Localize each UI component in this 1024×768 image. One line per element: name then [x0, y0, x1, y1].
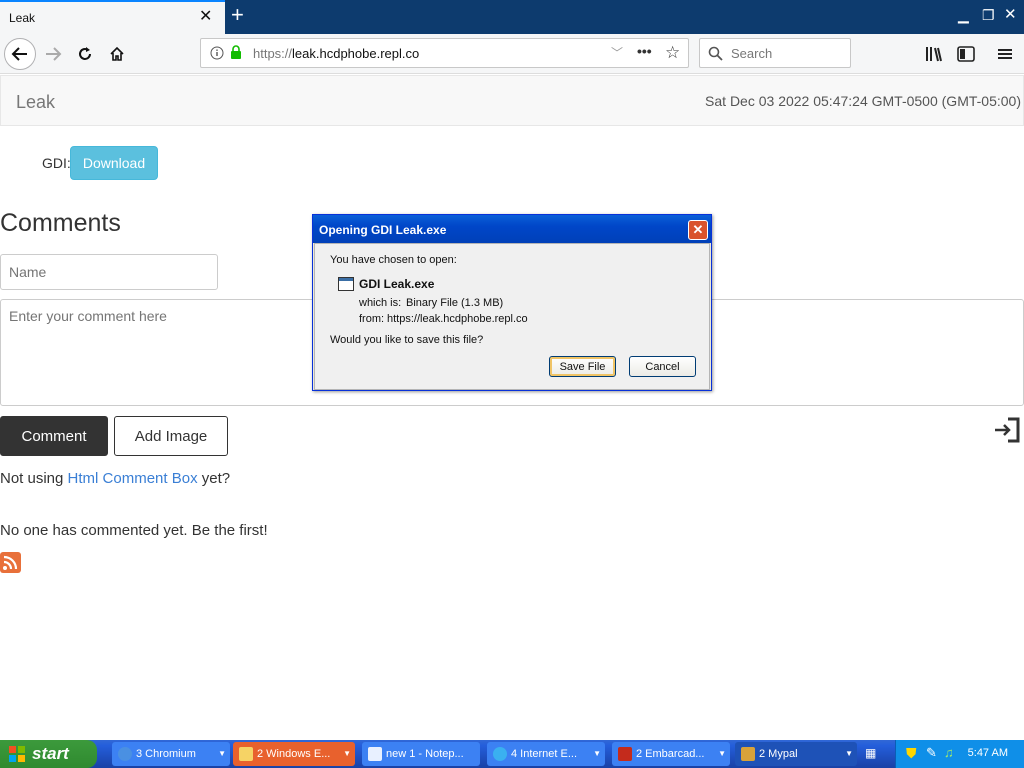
- new-tab-icon[interactable]: +: [231, 4, 244, 26]
- file-type-value: Binary File (1.3 MB): [406, 297, 504, 309]
- name-input[interactable]: [0, 254, 218, 290]
- security-shield-icon[interactable]: ⛊: [906, 745, 917, 762]
- taskbar-item-chromium[interactable]: 3 Chromium ▼: [112, 742, 230, 766]
- tab-title: Leak: [9, 11, 36, 25]
- close-tab-icon[interactable]: ✕: [199, 9, 212, 25]
- embarcadero-icon: [618, 747, 632, 761]
- minimize-icon[interactable]: ▁: [958, 8, 969, 22]
- datetime-text: Sat Dec 03 2022 05:47:24 GMT-0500 (GMT-0…: [705, 93, 1021, 109]
- library-icon[interactable]: [925, 46, 943, 62]
- brand-link[interactable]: Leak: [16, 92, 55, 113]
- reload-icon: [79, 47, 91, 60]
- save-question: Would you like to save this file?: [330, 334, 484, 346]
- no-comments-text: No one has commented yet. Be the first!: [0, 522, 268, 539]
- group-arrow-icon: ▼: [343, 749, 351, 758]
- search-placeholder: Search: [731, 46, 773, 61]
- reload-button[interactable]: [69, 38, 101, 70]
- volume-icon[interactable]: ♫: [944, 745, 954, 760]
- taskbar-clock: 5:47 AM: [967, 747, 1008, 759]
- search-icon: [708, 46, 723, 61]
- promo-text: Not using Html Comment Box yet?: [0, 470, 231, 487]
- system-tray: ⛊ ✎ ♫ 5:47 AM: [895, 740, 1024, 768]
- url-bar[interactable]: https://leak.hcdphobe.repl.co ﹀ ••• ☆: [200, 38, 689, 68]
- save-file-button[interactable]: Save File: [549, 356, 616, 377]
- chevron-down-icon[interactable]: ﹀: [611, 44, 623, 61]
- dialog-title: Opening GDI Leak.exe: [319, 223, 447, 237]
- menu-icon[interactable]: [997, 46, 1013, 62]
- comment-button[interactable]: Comment: [0, 416, 108, 456]
- bookmark-star-icon[interactable]: ☆: [665, 43, 680, 63]
- navigation-toolbar: https://leak.hcdphobe.repl.co ﹀ ••• ☆ Se…: [0, 34, 1024, 74]
- group-arrow-icon: ▼: [593, 749, 601, 758]
- close-window-icon[interactable]: ✕: [1004, 7, 1017, 22]
- dialog-close-icon[interactable]: ✕: [688, 220, 708, 240]
- taskbar-item-windows-explorer[interactable]: 2 Windows E... ▼: [233, 742, 355, 766]
- folder-icon: [239, 747, 253, 761]
- home-button[interactable]: [101, 38, 133, 70]
- sign-in-icon[interactable]: [993, 416, 1021, 444]
- download-button[interactable]: Download: [70, 146, 158, 180]
- taskbar-item-embarcadero[interactable]: 2 Embarcad... ▼: [612, 742, 730, 766]
- group-arrow-icon: ▼: [718, 749, 726, 758]
- add-image-button[interactable]: Add Image: [114, 416, 228, 456]
- notepad-icon: [368, 747, 382, 761]
- lock-icon[interactable]: [230, 45, 242, 60]
- site-navbar: Leak Sat Dec 03 2022 05:47:24 GMT-0500 (…: [0, 75, 1024, 126]
- taskbar: start 3 Chromium ▼ 2 Windows E... ▼ new …: [0, 740, 1024, 768]
- chromium-icon: [118, 747, 132, 761]
- start-button[interactable]: start: [0, 740, 97, 768]
- chosen-text: You have chosen to open:: [330, 254, 457, 266]
- windows-logo-icon: [9, 746, 25, 762]
- html-comment-box-link[interactable]: Html Comment Box: [68, 470, 198, 487]
- keyboard-icon[interactable]: ▦: [865, 746, 876, 760]
- which-is-label: which is:: [359, 297, 402, 309]
- sidebar-icon[interactable]: [957, 46, 975, 62]
- home-icon: [110, 46, 124, 61]
- taskbar-item-mypal[interactable]: 2 Mypal ▼: [735, 742, 857, 766]
- from-label: from:: [359, 313, 385, 325]
- back-arrow-icon: [11, 47, 27, 61]
- group-arrow-icon: ▼: [218, 749, 226, 758]
- forward-arrow-icon: [46, 47, 62, 61]
- page-actions-icon[interactable]: •••: [637, 43, 652, 59]
- mypal-icon: [741, 747, 755, 761]
- forward-button[interactable]: [37, 38, 69, 70]
- info-icon[interactable]: [210, 46, 224, 60]
- search-input[interactable]: Search: [699, 38, 851, 68]
- comments-heading: Comments: [0, 209, 121, 237]
- start-label: start: [32, 744, 69, 763]
- ie-icon: [493, 747, 507, 761]
- group-arrow-icon: ▼: [845, 749, 853, 758]
- gdi-label: GDI:: [42, 155, 71, 171]
- dialog-titlebar[interactable]: Opening GDI Leak.exe ✕: [313, 215, 711, 243]
- network-icon[interactable]: ✎: [926, 745, 937, 761]
- tab-leak[interactable]: Leak ✕: [0, 0, 225, 34]
- url-text[interactable]: https://leak.hcdphobe.repl.co: [253, 46, 419, 61]
- dialog-body: You have chosen to open: GDI Leak.exe wh…: [314, 243, 710, 390]
- taskbar-item-internet-explorer[interactable]: 4 Internet E... ▼: [487, 742, 605, 766]
- back-button[interactable]: [4, 38, 36, 70]
- open-file-dialog: Opening GDI Leak.exe ✕ You have chosen t…: [312, 214, 712, 391]
- taskbar-item-notepad[interactable]: new 1 - Notep...: [362, 742, 480, 766]
- file-icon: [338, 277, 354, 291]
- tab-strip: Leak ✕ + ▁ ❐ ✕: [0, 0, 1024, 34]
- cancel-button[interactable]: Cancel: [629, 356, 696, 377]
- file-name: GDI Leak.exe: [359, 277, 435, 291]
- rss-icon[interactable]: [0, 552, 21, 573]
- from-value: https://leak.hcdphobe.repl.co: [387, 313, 528, 325]
- restore-icon[interactable]: ❐: [982, 8, 995, 22]
